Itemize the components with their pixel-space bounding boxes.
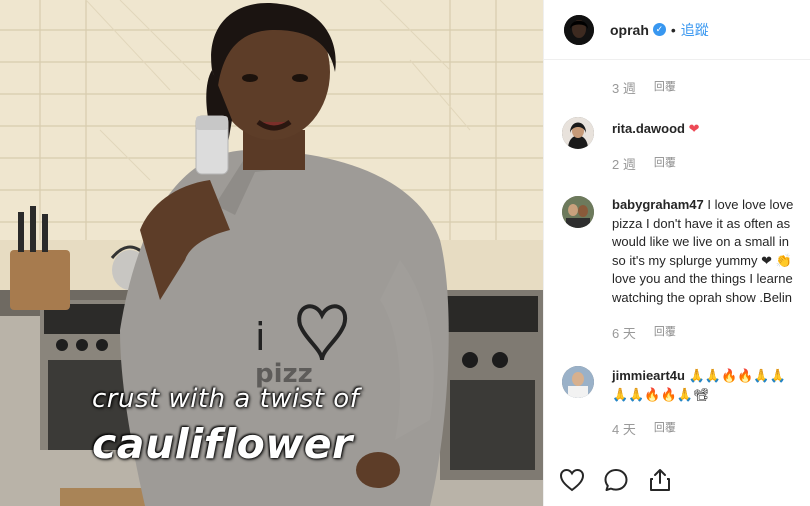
comment-item: rita.dawood ❤ bbox=[562, 117, 810, 177]
reply-button[interactable]: 回覆 bbox=[654, 323, 676, 342]
post-side-panel: oprah ✓ • 追蹤 3 週 回覆 rita.dawood ❤ 2 週 回覆 bbox=[543, 0, 810, 506]
heart-icon[interactable] bbox=[558, 466, 586, 494]
comment-text-line: 🙏🙏🔥🔥🙏🙏 bbox=[688, 368, 786, 383]
comment-avatar[interactable] bbox=[562, 117, 594, 149]
comment-text-line: love you and the things I learne bbox=[612, 271, 793, 286]
comment-username[interactable]: babygraham47 bbox=[612, 197, 704, 212]
comment-time: 2 週 bbox=[612, 157, 636, 172]
instagram-post-view: i pizz crust with a twist of cauliflower… bbox=[0, 0, 810, 506]
comment-avatar[interactable] bbox=[562, 366, 594, 398]
reply-button[interactable]: 回覆 bbox=[654, 154, 676, 173]
comment-text-line: watching the oprah show .Belin bbox=[612, 289, 792, 305]
comment-time: 6 天 bbox=[612, 326, 636, 341]
comment-avatar[interactable] bbox=[562, 196, 594, 228]
comment-item: babygraham47 I love love love pizza I do… bbox=[562, 196, 810, 316]
comment-icon[interactable] bbox=[602, 466, 630, 494]
comment-item: jimmieart4u 🙏🙏🔥🔥🙏🙏 🙏🙏🔥🔥🙏📽 bbox=[562, 366, 810, 416]
reply-button[interactable]: 回覆 bbox=[654, 419, 676, 438]
comment-text-line: 🙏🙏🔥🔥🙏📽 bbox=[612, 386, 710, 402]
avatar[interactable] bbox=[564, 14, 594, 45]
follow-button[interactable]: 追蹤 bbox=[681, 20, 709, 40]
post-username[interactable]: oprah bbox=[610, 22, 649, 38]
comment-meta: 2 週 回覆 bbox=[612, 154, 676, 173]
post-media[interactable]: i pizz crust with a twist of cauliflower bbox=[0, 0, 543, 506]
comment-text-line: I love love love bbox=[707, 197, 794, 212]
separator-dot: • bbox=[670, 21, 676, 38]
comment-time: 3 週 bbox=[612, 81, 636, 96]
comment-meta: 3 週 回覆 bbox=[612, 78, 676, 97]
comment-username[interactable]: jimmieart4u bbox=[612, 368, 685, 383]
shirt-word: pizz bbox=[255, 359, 313, 389]
comment-text-line: would like we live on a small in bbox=[612, 234, 790, 249]
comment-text-line: so it's my splurge yummy ❤ 👏 bbox=[612, 252, 792, 268]
post-actions bbox=[558, 466, 674, 494]
comment-username[interactable]: rita.dawood bbox=[612, 121, 685, 136]
video-frame: i pizz bbox=[0, 0, 543, 506]
verified-icon: ✓ bbox=[652, 23, 666, 36]
comment-time: 4 天 bbox=[612, 422, 636, 437]
comment-text-line: pizza I don't have it as often as bbox=[612, 215, 791, 231]
shirt-letter: i bbox=[255, 315, 266, 359]
reply-button[interactable]: 回覆 bbox=[654, 78, 676, 97]
comment-meta: 6 天 回覆 bbox=[612, 323, 676, 342]
share-icon[interactable] bbox=[646, 466, 674, 494]
heart-emoji: ❤ bbox=[688, 121, 700, 136]
comment-meta: 4 天 回覆 bbox=[612, 419, 676, 438]
post-header: oprah ✓ • 追蹤 bbox=[544, 0, 810, 60]
